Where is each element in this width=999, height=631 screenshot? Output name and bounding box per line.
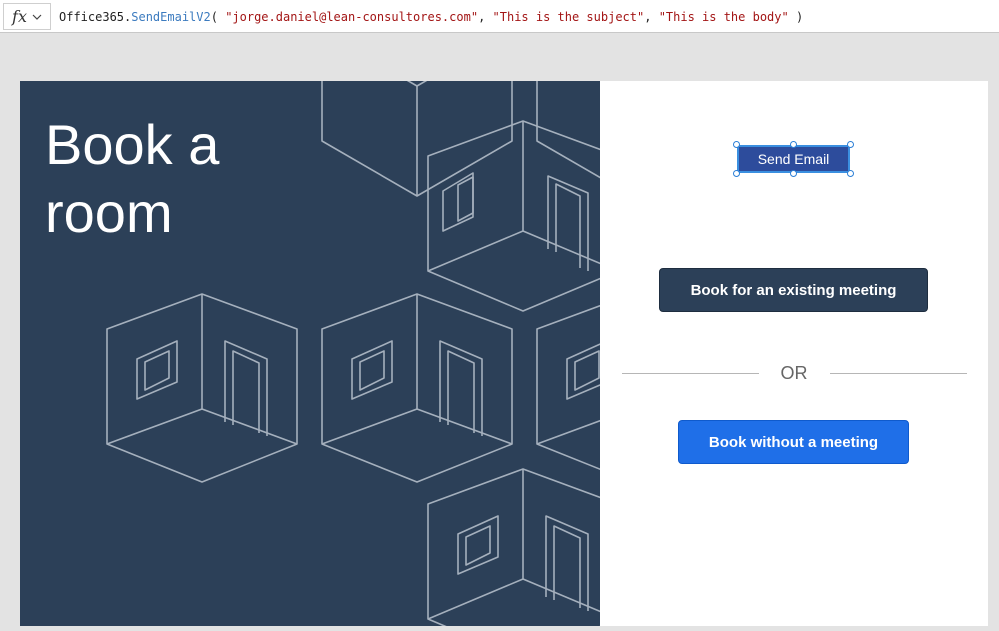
formula-separator: , <box>478 10 493 24</box>
formula-arg-recipient: "jorge.daniel@lean-consultores.com" <box>225 10 479 24</box>
resize-handle-top-left[interactable] <box>733 141 740 148</box>
fx-dropdown-button[interactable]: fx <box>3 3 51 30</box>
title-line-2: room <box>45 181 173 244</box>
book-without-meeting-button[interactable]: Book without a meeting <box>678 420 909 464</box>
formula-separator: , <box>644 10 659 24</box>
resize-handle-bottom-left[interactable] <box>733 170 740 177</box>
resize-handle-bottom-right[interactable] <box>847 170 854 177</box>
divider-right <box>830 373 967 374</box>
fx-icon: fx <box>12 7 27 26</box>
chevron-down-icon <box>32 14 42 20</box>
divider-left <box>622 373 759 374</box>
formula-open-paren: ( <box>210 10 226 24</box>
formula-bar: fx Office365.SendEmailV2( "jorge.daniel@… <box>0 0 999 33</box>
resize-handle-top[interactable] <box>790 141 797 148</box>
formula-object: Office365. <box>59 10 132 24</box>
page-title: Book a room <box>45 111 365 247</box>
app-screen: Book a room Send Email Book for an existi… <box>20 81 988 626</box>
formula-function: SendEmailV2 <box>131 10 211 24</box>
title-line-1: Book a <box>45 113 220 176</box>
or-separator-label: OR <box>780 363 808 383</box>
resize-handle-bottom[interactable] <box>790 170 797 177</box>
formula-close-paren: ) <box>788 10 804 24</box>
hero-panel: Book a room <box>20 81 600 626</box>
formula-arg-subject: "This is the subject" <box>492 10 645 24</box>
book-existing-meeting-button[interactable]: Book for an existing meeting <box>659 268 928 312</box>
resize-handle-top-right[interactable] <box>847 141 854 148</box>
send-email-button[interactable]: Send Email <box>737 145 850 173</box>
formula-arg-body: "This is the body" <box>658 10 789 24</box>
formula-input[interactable]: Office365.SendEmailV2( "jorge.daniel@lea… <box>59 10 803 24</box>
send-email-selection: Send Email <box>733 141 854 177</box>
